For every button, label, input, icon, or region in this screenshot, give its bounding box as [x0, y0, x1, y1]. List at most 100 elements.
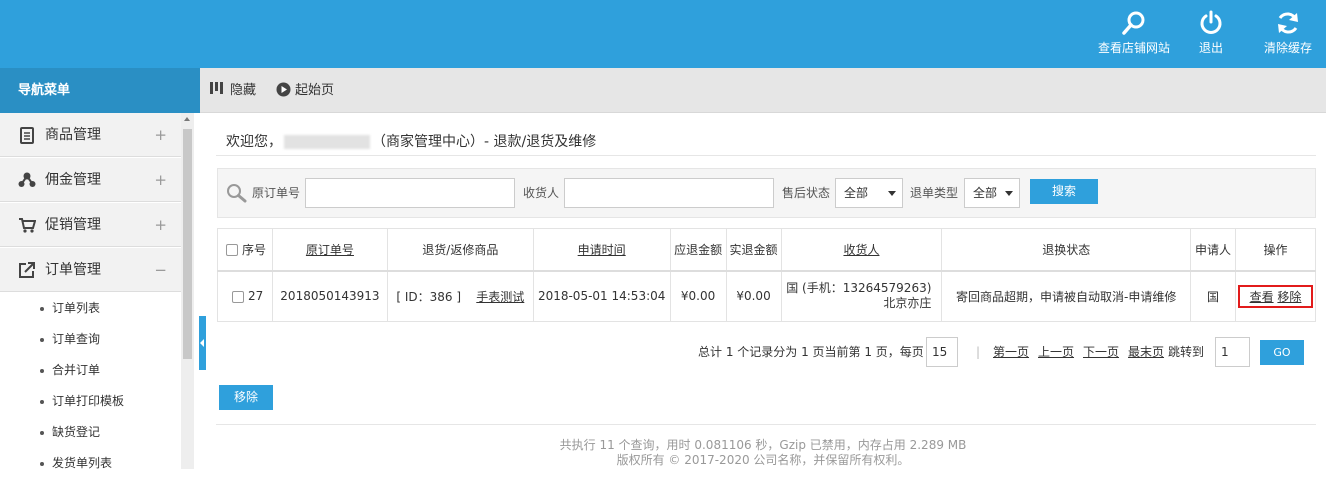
header-goods: 退货/返修商品	[386, 228, 534, 272]
columns-icon	[210, 82, 223, 94]
header-label: 应退金额	[674, 242, 723, 257]
cell-consignee: 国 (手机：13264579263) 北京亦庄	[780, 270, 943, 322]
header-label: 序号	[242, 242, 267, 257]
header-label: 原订单号	[305, 242, 354, 257]
header-apply-time[interactable]: 申请时间	[532, 228, 671, 272]
nav-group-orders[interactable]: 订单管理 −	[0, 248, 181, 292]
cell-actual-refund: ¥0.00	[725, 270, 782, 322]
go-button[interactable]: GO	[1260, 340, 1304, 365]
return-type-value: 全部	[973, 186, 998, 200]
header-order-no[interactable]: 原订单号	[271, 228, 388, 272]
chevron-down-icon	[888, 191, 896, 196]
sidebar-item-order-list[interactable]: 订单列表	[0, 293, 181, 324]
header-applicant: 申请人	[1190, 228, 1236, 272]
main-content: 欢迎您， （商家管理中心）- 退款/退货及维修 原订单号 收货人 售后状态 全部 …	[200, 113, 1326, 469]
view-store-label: 查看店铺网站	[1097, 41, 1170, 55]
order-no-label: 原订单号	[252, 186, 301, 200]
header-should-refund: 应退金额	[669, 228, 727, 272]
play-circle-icon	[276, 82, 291, 97]
refresh-icon	[1278, 12, 1298, 34]
search-bar: 原订单号 收货人 售后状态 全部 退单类型 全部 搜索	[217, 168, 1316, 218]
hide-sidebar-button[interactable]: 隐藏	[210, 68, 256, 113]
sub-item-label: 合并订单	[52, 363, 101, 377]
document-icon	[20, 127, 34, 144]
next-page-link[interactable]: 下一页	[1083, 337, 1119, 367]
last-page-link[interactable]: 最末页	[1128, 337, 1164, 367]
first-page-link[interactable]: 第一页	[993, 337, 1029, 367]
aftersale-status-select[interactable]: 全部	[835, 178, 903, 208]
footer: 共执行 11 个查询，用时 0.081106 秒，Gzip 已禁用，内存占用 2…	[200, 438, 1326, 468]
aftersale-status-label: 售后状态	[782, 186, 831, 200]
select-all-checkbox[interactable]	[226, 244, 238, 257]
sidebar-item-merge-orders[interactable]: 合并订单	[0, 355, 181, 386]
sidebar: 导航菜单 商品管理 + 佣金管理 + 促销管理 + 订单管理 − 订单列表 订单…	[0, 68, 200, 470]
cart-icon	[19, 218, 36, 233]
nav-group-commission[interactable]: 佣金管理 +	[0, 158, 181, 202]
cell-actions: 查看 移除	[1234, 270, 1317, 322]
start-page-label: 起始页	[295, 83, 335, 98]
search-icon	[227, 184, 247, 203]
header-label: 申请时间	[577, 242, 626, 257]
remove-link[interactable]: 移除	[1277, 290, 1301, 304]
consignee-name-phone: 国 (手机：13264579263)	[786, 281, 932, 296]
welcome-text: 欢迎您， （商家管理中心）- 退款/退货及维修	[226, 131, 596, 151]
header-consignee[interactable]: 收货人	[780, 228, 943, 272]
consignee-address: 北京亦庄	[883, 296, 932, 311]
pagination: 总计 1 个记录分为 1 页当前第 1 页，每页 15 | 第一页 上一页 下一…	[200, 337, 1326, 367]
clear-cache-button[interactable]: 清除缓存	[1262, 10, 1314, 60]
per-page-input[interactable]: 15	[926, 337, 958, 367]
top-bar: 查看店铺网站 退出 清除缓存	[0, 0, 1326, 68]
row-checkbox[interactable]	[232, 290, 244, 303]
consignee-input[interactable]	[564, 178, 774, 208]
footer-copyright: 版权所有 © 2017-2020 公司名称，并保留所有权利。	[616, 453, 910, 467]
header-label: 申请人	[1195, 242, 1232, 257]
expand-icon: +	[154, 171, 167, 189]
returns-table: 序号 原订单号 退货/返修商品 申请时间 应退金额 实退金额 收货人 退换状态 …	[217, 228, 1317, 322]
hide-label: 隐藏	[230, 83, 257, 98]
return-type-label: 退单类型	[910, 186, 959, 200]
sidebar-item-out-of-stock[interactable]: 缺货登记	[0, 417, 181, 448]
header-label: 退货/返修商品	[422, 242, 499, 257]
nav-group-label: 订单管理	[45, 262, 101, 278]
sidebar-scrollbar[interactable]	[181, 113, 194, 469]
logout-button[interactable]: 退出	[1195, 10, 1227, 60]
view-store-button[interactable]: 查看店铺网站	[1097, 10, 1171, 60]
bulk-remove-button[interactable]: 移除	[219, 385, 273, 410]
divider	[216, 424, 1316, 425]
logout-label: 退出	[1198, 41, 1223, 55]
chevron-down-icon	[1005, 191, 1013, 196]
prev-page-link[interactable]: 上一页	[1038, 337, 1074, 367]
start-page-button[interactable]: 起始页	[276, 68, 334, 113]
cell-order-no: 2018050143913	[271, 270, 388, 322]
sub-item-label: 缺货登记	[52, 425, 101, 439]
header-label: 收货人	[843, 242, 880, 257]
search-button[interactable]: 搜索	[1030, 179, 1098, 204]
goods-name-link[interactable]: 手表测试	[476, 290, 524, 304]
actions-highlight: 查看 移除	[1237, 284, 1314, 308]
cell-seq: 27	[217, 270, 273, 322]
network-icon	[18, 172, 36, 187]
scrollbar-thumb[interactable]	[183, 129, 192, 359]
external-link-icon	[19, 262, 35, 278]
pager-separator: |	[976, 345, 981, 359]
header-seq: 序号	[217, 228, 273, 272]
nav-group-goods[interactable]: 商品管理 +	[0, 113, 181, 157]
nav-group-promotion[interactable]: 促销管理 +	[0, 203, 181, 247]
expand-icon: +	[154, 126, 167, 144]
scroll-up-arrow-icon[interactable]	[184, 117, 190, 121]
return-type-select[interactable]: 全部	[964, 178, 1020, 208]
view-link[interactable]: 查看	[1250, 290, 1274, 304]
header-label: 退换状态	[1042, 242, 1091, 257]
jump-label: 跳转到	[1168, 345, 1205, 359]
aftersale-status-value: 全部	[844, 186, 869, 200]
sidebar-item-order-query[interactable]: 订单查询	[0, 324, 181, 355]
clear-cache-label: 清除缓存	[1263, 41, 1312, 55]
nav-group-label: 促销管理	[45, 217, 101, 233]
blurred-username	[284, 135, 370, 149]
sidebar-item-print-template[interactable]: 订单打印模板	[0, 386, 181, 417]
consignee-label: 收货人	[523, 186, 560, 200]
sub-item-label: 订单打印模板	[52, 394, 125, 408]
jump-page-input[interactable]: 1	[1215, 337, 1250, 367]
order-no-input[interactable]	[305, 178, 515, 208]
sidebar-item-delivery-list[interactable]: 发货单列表	[0, 448, 181, 479]
